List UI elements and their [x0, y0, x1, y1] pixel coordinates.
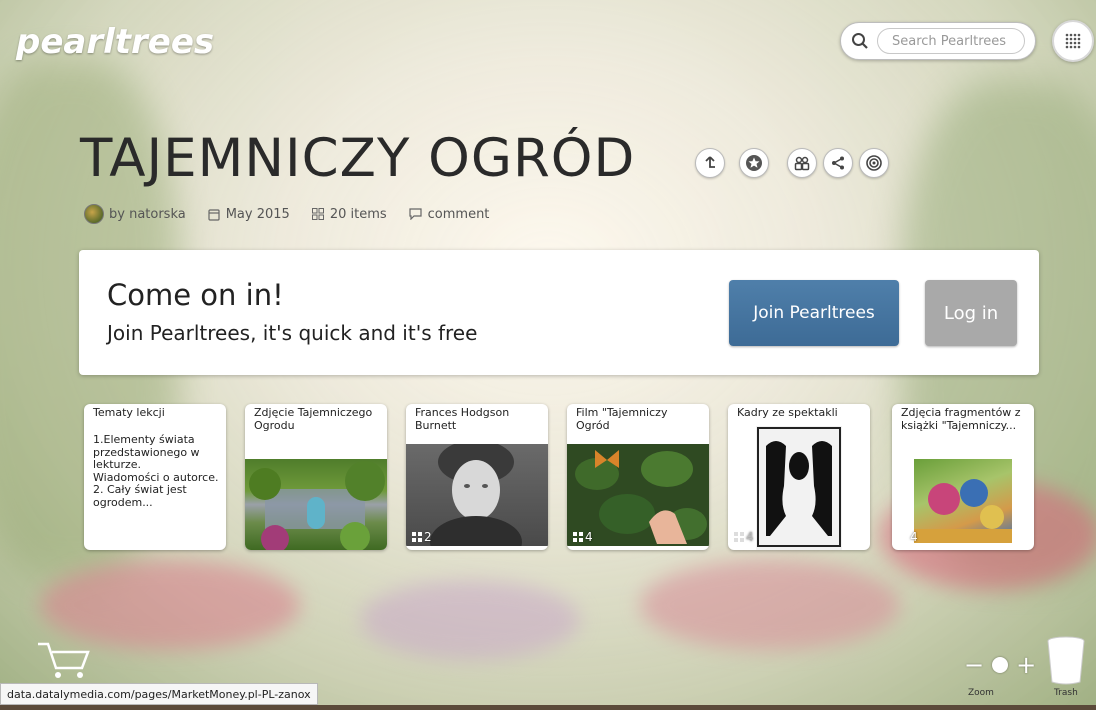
collection-title: TAJEMNICZY OGRÓD: [80, 128, 636, 189]
background-flowers: [640, 560, 900, 650]
pearltrees-logo[interactable]: pearltrees: [16, 22, 214, 62]
trash-label: Trash: [1054, 688, 1078, 698]
collection-meta: by natorska May 2015 20 items comment: [84, 204, 511, 224]
poster-image: [756, 426, 842, 550]
pearl-count-value: 4: [910, 530, 918, 544]
pearltree-view-button[interactable]: [859, 148, 889, 178]
log-in-button[interactable]: Log in: [925, 280, 1017, 346]
join-banner: Come on in! Join Pearltrees, it's quick …: [79, 250, 1039, 375]
trash-icon: [1047, 636, 1085, 685]
background-flowers: [40, 560, 300, 650]
pearl-card[interactable]: Frances Hodgson Burnett 2: [406, 404, 548, 550]
pearl-count-value: 4: [746, 530, 754, 544]
comment-icon: [409, 208, 422, 220]
pearl-count: 2: [412, 530, 432, 544]
team-icon: [794, 156, 810, 171]
avatar[interactable]: [84, 204, 104, 224]
grid-dots-icon: [1065, 33, 1081, 49]
author-name[interactable]: by natorska: [109, 207, 186, 222]
pearl-title: Zdjęcie Tajemniczego Ogrodu: [254, 406, 373, 432]
search-icon[interactable]: [847, 28, 873, 54]
cart-button[interactable]: [36, 640, 90, 684]
zoom-label: Zoom: [968, 688, 994, 698]
window-bottom-edge: [0, 705, 1096, 710]
browser-status-bar: data.datalymedia.com/pages/MarketMoney.p…: [0, 683, 318, 705]
star-icon: [746, 155, 762, 171]
pearl-card[interactable]: Film "Tajemniczy Ogród 4: [567, 404, 709, 550]
pearl-card[interactable]: Kadry ze spektakli 4: [728, 404, 870, 550]
pearl-card[interactable]: Zdjęcie Tajemniczego Ogrodu: [245, 404, 387, 550]
favorite-button[interactable]: [739, 148, 769, 178]
pearl-card[interactable]: Tematy lekcji 1.Elementy świata przedsta…: [84, 404, 226, 550]
apps-menu-button[interactable]: [1052, 20, 1094, 62]
join-pearltrees-button[interactable]: Join Pearltrees: [729, 280, 899, 346]
pearl-count: 4: [734, 530, 754, 544]
join-subheading: Join Pearltrees, it's quick and it's fre…: [107, 321, 478, 345]
target-icon: [866, 155, 882, 171]
grid-icon: [734, 532, 744, 542]
pearl-card[interactable]: Zdjęcia fragmentów z książki "Tajemniczy…: [892, 404, 1034, 550]
pearl-count: 4: [573, 530, 593, 544]
team-button[interactable]: [787, 148, 817, 178]
pick-button[interactable]: [695, 148, 725, 178]
pearl-title: Zdjęcia fragmentów z książki "Tajemniczy…: [901, 406, 1021, 432]
calendar-icon: [208, 208, 220, 221]
author-info[interactable]: by natorska: [84, 204, 186, 224]
pearl-title: Kadry ze spektakli: [737, 406, 838, 419]
book-cover: [914, 459, 1012, 543]
join-heading: Come on in!: [107, 278, 284, 312]
pearl-title: Tematy lekcji: [93, 406, 165, 419]
search-input[interactable]: [877, 28, 1025, 54]
items-info: 20 items: [311, 206, 387, 222]
pearl-count: 4: [898, 530, 918, 544]
comment-link[interactable]: comment: [409, 207, 490, 222]
share-icon: [832, 156, 844, 170]
trash-button[interactable]: [1046, 636, 1086, 690]
collection-actions: [695, 148, 903, 178]
pearl-count-value: 2: [424, 530, 432, 544]
zoom-in-icon[interactable]: +: [1016, 653, 1036, 677]
pearl-title: Film "Tajemniczy Ogród: [576, 406, 668, 432]
zoom-control[interactable]: − +: [964, 653, 1036, 677]
zoom-slider-handle[interactable]: [992, 657, 1009, 673]
zoom-out-icon[interactable]: −: [964, 653, 984, 677]
pick-arrow-icon: [705, 156, 715, 168]
date-info: May 2015: [208, 207, 290, 222]
comment-label[interactable]: comment: [428, 207, 490, 222]
share-button[interactable]: [823, 148, 853, 178]
items-grid-icon: [311, 208, 324, 220]
pearl-count-value: 4: [585, 530, 593, 544]
items-count: 20 items: [329, 206, 387, 222]
grid-icon: [412, 532, 422, 542]
garden-photo: [245, 459, 387, 550]
pearl-title: Frances Hodgson Burnett: [415, 406, 510, 432]
date-label: May 2015: [225, 206, 290, 222]
pearl-note-text: 1.Elementy świata przedstawionego w lekt…: [93, 433, 219, 509]
grid-icon: [898, 532, 908, 542]
grid-icon: [573, 532, 583, 542]
search-box[interactable]: [840, 22, 1036, 60]
cart-icon: [38, 642, 90, 678]
background-flowers: [360, 580, 580, 660]
